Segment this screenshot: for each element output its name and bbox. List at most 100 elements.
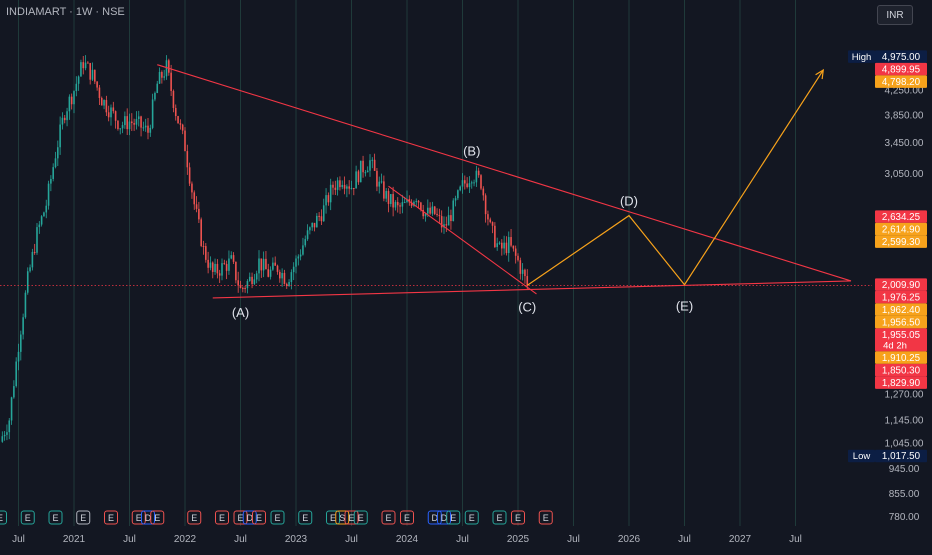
candle-body: [119, 128, 122, 130]
candle-body: [253, 279, 256, 285]
candle-body: [128, 121, 131, 130]
candle-body: [200, 219, 202, 246]
candle-body: [461, 180, 464, 187]
candle-body: [193, 192, 196, 205]
candle-body: [366, 170, 369, 173]
event-marker-letter: E: [385, 513, 391, 523]
event-marker-letter: E: [469, 513, 475, 523]
candle-body: [98, 87, 101, 98]
candle-body: [131, 121, 133, 124]
candle-body: [225, 263, 228, 271]
candle-body: [322, 205, 325, 222]
event-marker-letter: E: [404, 513, 410, 523]
candle-body: [221, 263, 223, 276]
candle-body: [172, 90, 175, 108]
candle-body: [468, 183, 471, 188]
candle-body: [433, 206, 436, 214]
candle-body: [262, 258, 265, 271]
symbol-title: INDIAMART · 1W · NSE: [6, 6, 125, 18]
candle-body: [359, 160, 362, 183]
price-label-text: 2,634.25: [882, 212, 921, 223]
price-label-tag: Low: [853, 451, 871, 462]
x-tick-label: Jul: [345, 534, 358, 545]
candle-body: [228, 258, 230, 271]
candle-body: [473, 182, 475, 184]
x-tick-label: 2024: [396, 534, 419, 545]
price-chart[interactable]: Jul 2021 Jul 2022 Jul 2023 Jul 2024 Jul 2025 Jul 20…: [0, 0, 932, 550]
candle-body: [320, 216, 323, 222]
x-tick-label: 2022: [174, 534, 197, 545]
x-tick-label: Jul: [234, 534, 247, 545]
y-tick-label: 780.00: [889, 512, 920, 523]
candle-body: [316, 215, 318, 228]
candle-body: [447, 215, 450, 226]
candle-body: [73, 91, 75, 105]
candle-body: [519, 260, 522, 274]
candle-body: [230, 255, 233, 259]
event-marker-letter: E: [25, 513, 31, 523]
candle-body: [80, 62, 82, 77]
price-label: 1,829.90: [875, 376, 927, 389]
x-tick-label: Jul: [456, 534, 469, 545]
candle-body: [154, 92, 156, 100]
event-marker-letter: E: [191, 513, 197, 523]
candle-body: [15, 361, 17, 387]
y-tick-label: 1,045.00: [885, 438, 924, 449]
candle-body: [295, 258, 297, 267]
chart-area[interactable]: Jul 2021 Jul 2022 Jul 2023 Jul 2024 Jul 2025 Jul 20…: [0, 0, 932, 550]
event-marker-letter: E: [274, 513, 280, 523]
candle-body: [292, 266, 295, 273]
candle-body: [13, 386, 15, 398]
price-label-text: 2,009.90: [882, 280, 921, 291]
candle-body: [77, 76, 80, 84]
y-tick-label: 3,850.00: [885, 110, 924, 121]
price-label-tag: High: [852, 52, 872, 63]
candle-body: [283, 272, 286, 284]
candle-body: [304, 239, 307, 246]
candle-body: [517, 255, 519, 261]
candle-body: [325, 195, 327, 206]
candle-body: [272, 262, 274, 270]
wave-label: (C): [518, 299, 536, 314]
candle-body: [82, 62, 85, 69]
candle-body: [274, 262, 276, 266]
x-tick-label: Jul: [567, 534, 580, 545]
y-tick-label: 3,050.00: [885, 169, 924, 180]
candle-body: [135, 119, 138, 125]
candle-body: [205, 246, 207, 260]
candle-body: [332, 184, 334, 188]
candle-body: [151, 99, 154, 128]
candle-body: [269, 269, 272, 277]
candle-body: [70, 96, 73, 105]
candle-body: [309, 227, 311, 231]
candle-body: [436, 213, 438, 215]
candle-body: [503, 242, 505, 249]
candle-body: [59, 124, 61, 148]
candle-body: [3, 434, 6, 437]
candle-body: [112, 107, 115, 112]
candle-body: [223, 263, 226, 265]
candle-body: [244, 288, 246, 290]
candle-body: [484, 195, 487, 215]
candle-body: [454, 198, 457, 201]
event-marker-letter: E: [80, 513, 86, 523]
currency-button[interactable]: INR: [877, 5, 913, 25]
candle-body: [218, 273, 221, 276]
candle-body: [89, 63, 91, 80]
candle-body: [276, 265, 279, 272]
price-label-text: 1,976.25: [882, 292, 921, 303]
candle-body: [362, 160, 364, 173]
x-tick-label: Jul: [789, 534, 802, 545]
wave-label: (E): [676, 299, 693, 314]
candle-body: [431, 206, 434, 214]
candle-body: [124, 116, 126, 126]
candle-body: [10, 397, 13, 421]
price-label-text: 4,975.00: [882, 52, 921, 63]
price-label: 1,955.054d 2h: [875, 328, 927, 352]
price-label: 1,910.25: [875, 351, 927, 364]
event-marker-letter: E: [256, 513, 262, 523]
x-tick-label: 2026: [618, 534, 641, 545]
candle-body: [401, 202, 404, 207]
candle-body: [232, 255, 235, 262]
candle-body: [477, 170, 480, 176]
